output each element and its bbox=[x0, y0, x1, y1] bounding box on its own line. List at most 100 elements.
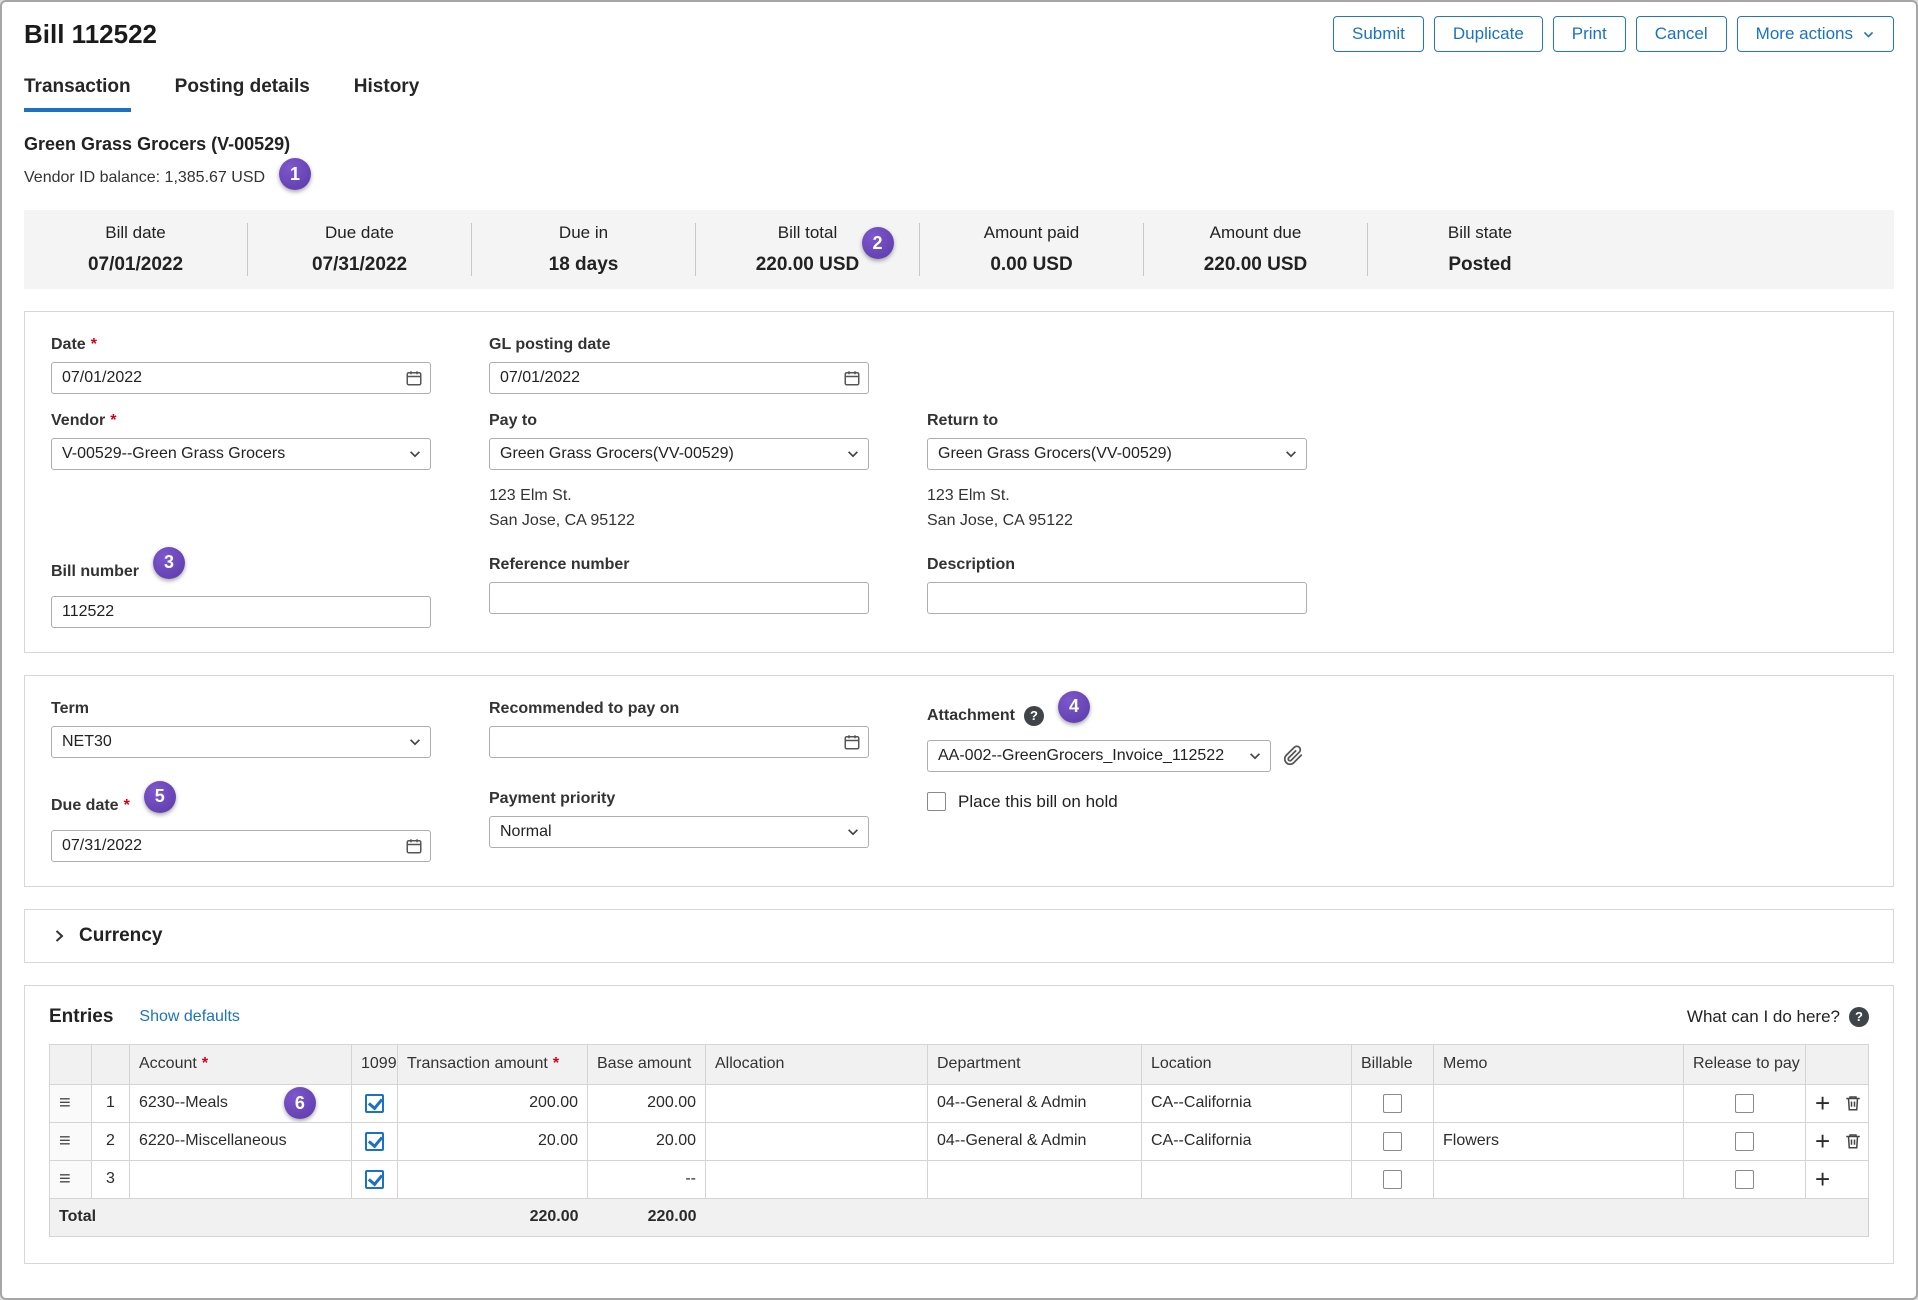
bill-detail-page: Bill 112522 Submit Duplicate Print Cance… bbox=[0, 0, 1918, 1300]
ten99-checkbox[interactable] bbox=[365, 1094, 384, 1113]
currency-section-label: Currency bbox=[79, 925, 162, 947]
help-icon[interactable]: ? bbox=[1849, 1007, 1869, 1027]
due-date-input[interactable] bbox=[51, 830, 431, 862]
release-to-pay-checkbox[interactable] bbox=[1735, 1094, 1754, 1113]
drag-handle-icon[interactable]: ≡ bbox=[59, 1130, 71, 1152]
account-cell[interactable]: 6230--Meals6 bbox=[130, 1084, 352, 1122]
release-to-pay-checkbox[interactable] bbox=[1735, 1170, 1754, 1189]
cancel-button-label: Cancel bbox=[1655, 24, 1708, 44]
base-amount-cell: 20.00 bbox=[588, 1122, 706, 1160]
drag-handle-icon[interactable]: ≡ bbox=[59, 1092, 71, 1114]
calendar-icon[interactable] bbox=[405, 837, 423, 855]
pay-to-select[interactable]: Green Grass Grocers(VV-00529) bbox=[489, 438, 869, 470]
calendar-icon[interactable] bbox=[405, 369, 423, 387]
bill-number-input[interactable] bbox=[51, 596, 431, 628]
more-actions-button[interactable]: More actions bbox=[1737, 16, 1894, 52]
vendor-name: Green Grass Grocers (V-00529) bbox=[24, 134, 1894, 155]
trash-icon bbox=[1844, 1132, 1862, 1150]
department-cell[interactable]: 04--General & Admin bbox=[928, 1122, 1142, 1160]
ten99-column-header: 1099 bbox=[352, 1044, 398, 1084]
show-defaults-link[interactable]: Show defaults bbox=[139, 1008, 240, 1026]
account-cell[interactable]: 6220--Miscellaneous bbox=[130, 1122, 352, 1160]
vendor-balance: Vendor ID balance: 1,385.67 USD 1 bbox=[24, 162, 1894, 194]
pay-to-address-line2: San Jose, CA 95122 bbox=[489, 509, 869, 534]
callout-5-badge: 5 bbox=[144, 781, 176, 813]
payment-priority-select[interactable]: Normal bbox=[489, 816, 869, 848]
transaction-amount-cell[interactable] bbox=[398, 1160, 588, 1198]
add-row-button[interactable]: + bbox=[1815, 1169, 1830, 1190]
reference-number-input[interactable] bbox=[489, 582, 869, 614]
summary-bill-total: Bill total 220.00 USD 2 bbox=[696, 223, 920, 276]
description-input[interactable] bbox=[927, 582, 1307, 614]
date-input[interactable] bbox=[51, 362, 431, 394]
paperclip-icon[interactable] bbox=[1283, 745, 1304, 766]
memo-cell[interactable] bbox=[1434, 1084, 1684, 1122]
vendor-label-text: Vendor bbox=[51, 412, 105, 430]
duplicate-button[interactable]: Duplicate bbox=[1434, 16, 1543, 52]
location-cell[interactable]: CA--California bbox=[1142, 1122, 1352, 1160]
memo-cell[interactable]: Flowers bbox=[1434, 1122, 1684, 1160]
calendar-icon[interactable] bbox=[843, 733, 861, 751]
add-row-button[interactable]: + bbox=[1815, 1131, 1830, 1152]
submit-button[interactable]: Submit bbox=[1333, 16, 1424, 52]
account-cell[interactable] bbox=[130, 1160, 352, 1198]
row-number: 1 bbox=[92, 1084, 130, 1122]
allocation-cell[interactable] bbox=[706, 1084, 928, 1122]
department-cell[interactable] bbox=[928, 1160, 1142, 1198]
entry-row-1: ≡ 1 6230--Meals6 200.00 200.00 04--Gener… bbox=[50, 1084, 1869, 1122]
print-button[interactable]: Print bbox=[1553, 16, 1626, 52]
description-field-group: Description bbox=[927, 556, 1307, 628]
date-label: Date * bbox=[51, 336, 431, 354]
memo-cell[interactable] bbox=[1434, 1160, 1684, 1198]
location-cell[interactable] bbox=[1142, 1160, 1352, 1198]
delete-row-button[interactable] bbox=[1844, 1094, 1862, 1112]
row-number: 2 bbox=[92, 1122, 130, 1160]
callout-1-badge: 1 bbox=[279, 158, 311, 190]
tab-transaction[interactable]: Transaction bbox=[24, 76, 131, 112]
add-row-button[interactable]: + bbox=[1815, 1093, 1830, 1114]
ten99-checkbox[interactable] bbox=[365, 1170, 384, 1189]
cancel-button[interactable]: Cancel bbox=[1636, 16, 1727, 52]
due-date-label: Due date * 5 bbox=[51, 790, 431, 822]
chevron-down-icon bbox=[408, 735, 422, 749]
row-number: 3 bbox=[92, 1160, 130, 1198]
place-on-hold-checkbox[interactable] bbox=[927, 792, 946, 811]
transaction-amount-cell[interactable]: 200.00 bbox=[398, 1084, 588, 1122]
summary-bill-total-value: 220.00 USD bbox=[696, 254, 919, 276]
location-cell[interactable]: CA--California bbox=[1142, 1084, 1352, 1122]
summary-due-in-label: Due in bbox=[472, 223, 695, 243]
tab-posting-details[interactable]: Posting details bbox=[175, 76, 310, 112]
recommended-to-pay-on-input[interactable] bbox=[489, 726, 869, 758]
tab-history[interactable]: History bbox=[354, 76, 419, 112]
what-can-i-do-here: What can I do here? ? bbox=[1687, 1007, 1869, 1027]
billable-checkbox[interactable] bbox=[1383, 1170, 1402, 1189]
term-select[interactable]: NET30 bbox=[51, 726, 431, 758]
duplicate-button-label: Duplicate bbox=[1453, 24, 1524, 44]
plus-icon: + bbox=[1815, 1093, 1830, 1114]
allocation-cell[interactable] bbox=[706, 1122, 928, 1160]
release-to-pay-checkbox[interactable] bbox=[1735, 1132, 1754, 1151]
total-base-amount: 220.00 bbox=[588, 1198, 706, 1236]
total-transaction-amount: 220.00 bbox=[398, 1198, 588, 1236]
billable-checkbox[interactable] bbox=[1383, 1132, 1402, 1151]
vendor-select[interactable]: V-00529--Green Grass Grocers bbox=[51, 438, 431, 470]
transaction-amount-cell[interactable]: 20.00 bbox=[398, 1122, 588, 1160]
currency-section-toggle[interactable]: Currency bbox=[24, 909, 1894, 963]
date-label-text: Date bbox=[51, 336, 86, 354]
ten99-checkbox[interactable] bbox=[365, 1132, 384, 1151]
bill-number-label-text: Bill number bbox=[51, 563, 139, 581]
billable-checkbox[interactable] bbox=[1383, 1094, 1402, 1113]
attachment-select[interactable]: AA-002--GreenGrocers_Invoice_112522 bbox=[927, 740, 1271, 772]
gl-posting-date-input[interactable] bbox=[489, 362, 869, 394]
allocation-cell[interactable] bbox=[706, 1160, 928, 1198]
due-date-label-text: Due date bbox=[51, 797, 119, 815]
base-amount-column-header: Base amount bbox=[588, 1044, 706, 1084]
vendor-balance-text: Vendor ID balance: 1,385.67 USD bbox=[24, 169, 265, 187]
drag-handle-icon[interactable]: ≡ bbox=[59, 1168, 71, 1190]
summary-amount-paid: Amount paid 0.00 USD bbox=[920, 223, 1144, 276]
return-to-select[interactable]: Green Grass Grocers(VV-00529) bbox=[927, 438, 1307, 470]
help-icon[interactable]: ? bbox=[1024, 706, 1044, 726]
delete-row-button[interactable] bbox=[1844, 1132, 1862, 1150]
department-cell[interactable]: 04--General & Admin bbox=[928, 1084, 1142, 1122]
calendar-icon[interactable] bbox=[843, 369, 861, 387]
